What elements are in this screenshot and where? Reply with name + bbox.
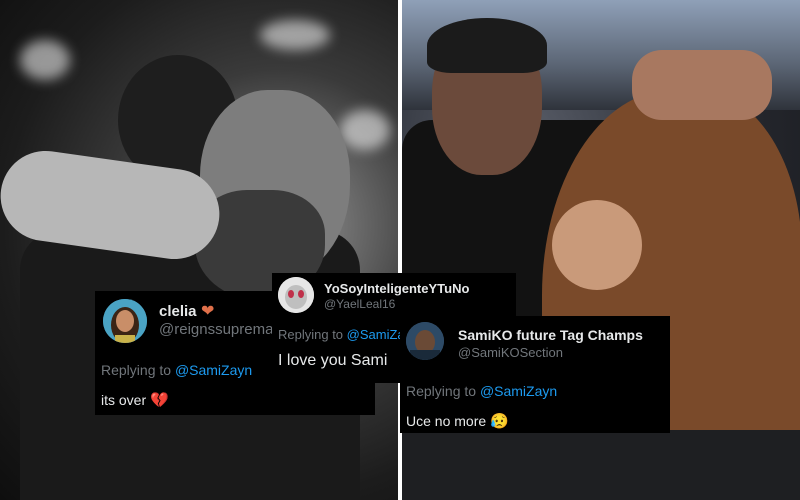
stage-light <box>260 20 330 50</box>
heart-icon: ❤ <box>201 303 215 320</box>
tweet-text-body: Uce no more <box>406 413 491 429</box>
tweet-text: I love you Sami <box>278 352 388 369</box>
replying-label: Replying to <box>101 362 175 378</box>
stage-light <box>20 40 70 80</box>
mention-link[interactable]: @SamiZayn <box>175 362 252 378</box>
broken-heart-icon: 💔 <box>150 392 169 409</box>
stage-light <box>340 110 390 150</box>
tweet-text: its over 💔 <box>101 391 169 409</box>
avatar[interactable] <box>406 322 444 360</box>
replying-to: Replying to @SamiZayn <box>406 383 557 399</box>
tweet-card[interactable]: SamiKO future Tag Champs @SamiKOSection … <box>400 316 670 433</box>
sad-face-icon: 😥 <box>490 413 509 430</box>
display-name[interactable]: clelia <box>159 303 197 320</box>
wrestler-hand <box>632 50 772 120</box>
replying-to: Replying to @SamiZayn <box>101 362 252 378</box>
display-name[interactable]: SamiKO future Tag Champs <box>458 327 643 343</box>
wrestler-face <box>552 200 642 290</box>
mention-link[interactable]: @SamiZayn <box>480 383 557 399</box>
tweet-text: Uce no more 😥 <box>406 412 509 430</box>
photo-left-embrace <box>0 0 398 500</box>
tweet-text-body: its over <box>101 392 151 408</box>
replying-to: Replying to @SamiZayn <box>278 327 418 342</box>
avatar[interactable] <box>278 277 314 313</box>
replying-label: Replying to <box>278 327 347 342</box>
user-handle[interactable]: @SamiKOSection <box>458 345 563 360</box>
avatar[interactable] <box>103 299 147 343</box>
replying-label: Replying to <box>406 383 480 399</box>
user-handle[interactable]: @reignssuprema <box>159 321 273 338</box>
display-name[interactable]: YoSoyInteligenteYTuNo <box>324 281 469 296</box>
user-handle[interactable]: @YaelLeal16 <box>324 297 395 311</box>
wrestler-hair <box>427 18 547 73</box>
arena-floor <box>402 430 800 500</box>
